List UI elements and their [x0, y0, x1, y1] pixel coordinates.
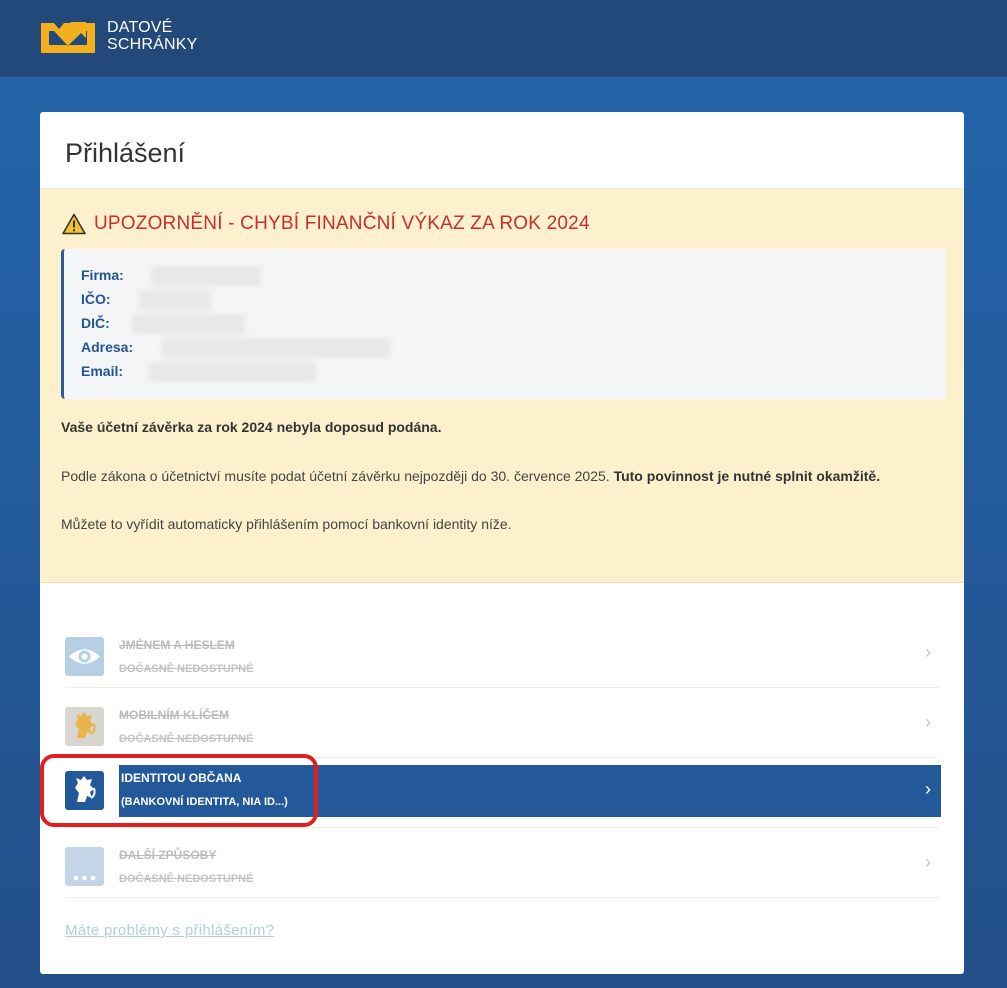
adresa-label: Adresa:	[81, 339, 134, 355]
login-option-mobile-key[interactable]: MOBILNÍM KLÍČEM DOČASNĚ NEDOSTUPNÉ ›	[65, 688, 939, 758]
adresa-value-redacted	[161, 338, 391, 358]
logo-line-1: DATOVÉ	[107, 19, 173, 36]
login-option-subtitle: DOČASNĚ NEDOSTUPNÉ	[119, 733, 254, 745]
login-option-subtitle: DOČASNĚ NEDOSTUPNÉ	[119, 873, 254, 885]
logo-icon	[41, 22, 95, 53]
login-option-title: MOBILNÍM KLÍČEM	[119, 708, 229, 722]
logo-line-2: SCHRÁNKY	[107, 36, 198, 53]
firma-value-redacted	[151, 266, 261, 286]
login-option-title: DALŠÍ ZPŮSOBY	[119, 848, 217, 862]
red-highlight-annotation	[40, 754, 318, 827]
email-label: Email:	[81, 363, 124, 379]
login-option-title: JMÉNEM A HESLEM	[119, 638, 235, 652]
logo-text: DATOVÉ SCHRÁNKY	[107, 19, 198, 53]
login-option-password[interactable]: JMÉNEM A HESLEM DOČASNĚ NEDOSTUPNÉ ›	[65, 618, 939, 688]
chevron-right-icon: ›	[925, 779, 931, 799]
login-option-subtitle: DOČASNĚ NEDOSTUPNÉ	[119, 663, 254, 675]
ico-label: IČO:	[81, 291, 111, 307]
firma-label: Firma:	[81, 267, 124, 283]
warning-triangle-icon	[62, 213, 86, 235]
ico-value-redacted	[139, 290, 211, 310]
warning-message-instruction: Můžete to vyřídit automaticky přihlášení…	[61, 516, 512, 532]
top-bar: DATOVÉ SCHRÁNKY	[0, 0, 1007, 78]
eye-icon	[65, 637, 104, 676]
dic-label: DIČ:	[81, 315, 110, 331]
deadline-emphasis: Tuto povinnost je nutné splnit okamžitě.	[613, 468, 881, 484]
login-help-link[interactable]: Máte problémy s přihlášením?	[65, 922, 274, 939]
warning-message-bold: Vaše účetní závěrka za rok 2024 nebyla d…	[61, 419, 442, 435]
dic-value-redacted	[132, 314, 245, 334]
warning-panel: UPOZORNĚNÍ - CHYBÍ FINANČNÍ VÝKAZ ZA ROK…	[40, 189, 964, 583]
warning-title: UPOZORNĚNÍ - CHYBÍ FINANČNÍ VÝKAZ ZA ROK…	[94, 213, 590, 234]
warning-message-deadline: Podle zákona o účetnictví musíte podat ú…	[61, 468, 880, 484]
more-dots-icon	[65, 847, 104, 886]
deadline-text: Podle zákona o účetnictví musíte podat ú…	[61, 468, 610, 484]
page-title: Přihlášení	[65, 138, 186, 168]
login-card: Přihlášení UPOZORNĚNÍ - CHYBÍ FINANČNÍ V…	[40, 112, 964, 974]
email-value-redacted	[149, 362, 316, 382]
lion-emblem-icon	[65, 707, 104, 746]
company-info-box: Firma: IČO: DIČ: Adresa: Email:	[61, 249, 946, 399]
chevron-right-icon: ›	[925, 712, 931, 732]
login-option-other-methods[interactable]: DALŠÍ ZPŮSOBY DOČASNĚ NEDOSTUPNÉ ›	[65, 828, 939, 898]
chevron-right-icon: ›	[925, 852, 931, 872]
chevron-right-icon: ›	[925, 642, 931, 662]
